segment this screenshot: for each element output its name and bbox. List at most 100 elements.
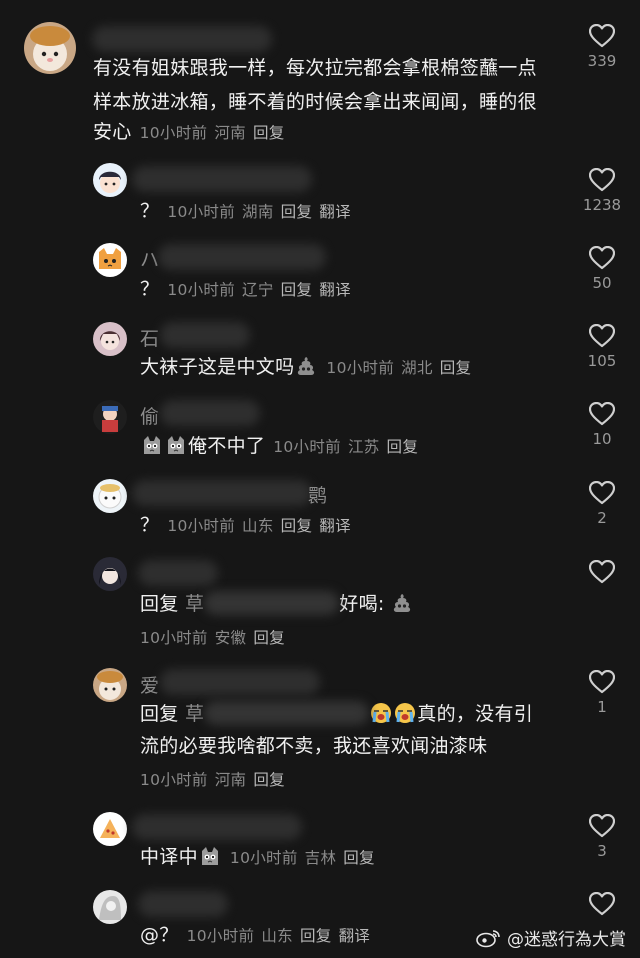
region: 山东 [261,927,293,945]
avatar[interactable] [93,163,127,197]
region: 湖北 [401,359,433,377]
reply-text: 回复 草好喝: [140,588,414,620]
avatar[interactable] [93,812,127,846]
username-redacted[interactable] [158,244,326,270]
timestamp: 10小时前 [140,771,208,789]
like-button[interactable]: 339 [572,24,632,70]
reply-button[interactable]: 回复 [253,771,285,789]
reply-button[interactable]: 回复 [281,203,313,221]
heart-outline-icon [589,481,615,505]
heart-outline-icon [589,892,615,916]
reply-button[interactable]: 回复 [253,124,285,142]
username-redacted[interactable] [138,891,228,917]
reply-text: ？ 10小时前 山东 回复 翻译 [140,514,351,536]
reply-text-line-1: 回复 草真的，没有引 [140,701,534,725]
like-count: 2 [597,509,607,527]
username-partial[interactable]: 偷 [140,402,159,429]
heart-outline-icon [589,402,615,426]
region: 河南 [214,124,246,142]
username-partial[interactable]: 鹮 [308,481,327,508]
username-redacted[interactable] [132,166,312,192]
heart-outline-icon [589,24,615,48]
timestamp: 10小时前 [139,124,208,142]
reply-button[interactable]: 回复 [281,517,313,535]
reply-button[interactable]: 回复 [253,629,285,647]
reply-button[interactable]: 回复 [387,438,419,456]
heart-outline-icon [589,560,615,584]
reply-text: ？ 10小时前 辽宁 回复 翻译 [140,278,351,300]
translate-button[interactable]: 翻译 [339,927,371,945]
reply-text: 俺不中了 10小时前 江苏 回复 [140,430,425,463]
like-button[interactable]: 1238 [572,168,632,214]
cat-emoji-icon [165,434,187,456]
timestamp: 10小时前 [140,629,208,647]
timestamp: 10小时前 [186,927,255,945]
like-button[interactable]: 2 [572,481,632,527]
like-button[interactable]: 3 [572,814,632,860]
username-partial[interactable]: ハ [140,245,159,272]
heart-outline-icon [589,670,615,694]
username-redacted[interactable] [160,669,320,695]
heart-outline-icon [589,324,615,348]
poop-emoji-icon [295,355,317,377]
comment-text-line-1: 有没有姐妹跟我一样，每次拉完都会拿根棉签蘸一点 [93,57,537,79]
translate-button[interactable]: 翻译 [319,281,351,299]
like-button[interactable]: 10 [572,402,632,448]
like-count: 105 [587,352,617,370]
mention-redacted[interactable] [204,591,340,615]
username-redacted[interactable] [160,322,250,348]
timestamp: 10小时前 [167,281,236,299]
avatar[interactable] [93,322,127,356]
avatar[interactable] [93,668,127,702]
username-redacted[interactable] [138,560,218,586]
reply-text: 大袜子这是中文吗 10小时前 湖北 回复 [140,355,472,378]
username-redacted[interactable] [132,814,302,840]
like-count: 1238 [582,196,622,214]
mention-redacted[interactable] [204,701,370,725]
region: 山东 [242,517,274,535]
cat-emoji-icon [199,845,221,867]
comment-meta: 10小时前 河南 回复 [140,124,292,142]
like-button[interactable]: 50 [572,246,632,292]
username-redacted[interactable] [92,26,272,52]
heart-outline-icon [589,246,615,270]
region: 湖南 [242,203,274,221]
heart-outline-icon [589,168,615,192]
translate-button[interactable]: 翻译 [319,517,351,535]
crying-emoji-icon [394,702,416,724]
like-button[interactable]: 1 [572,670,632,716]
comment-meta: 10小时前 安徽 回复 [140,626,292,648]
region: 江苏 [347,438,380,456]
reply-text: 中译中 10小时前 吉林 回复 [140,845,375,868]
avatar[interactable] [93,400,127,434]
avatar[interactable] [24,22,76,74]
poop-emoji-icon [391,592,413,614]
username-partial[interactable]: 爱 [140,671,159,698]
like-button[interactable]: 105 [572,324,632,370]
reply-button[interactable]: 回复 [281,281,313,299]
avatar[interactable] [93,479,127,513]
like-count: 3 [597,842,607,860]
reply-button[interactable]: 回复 [343,849,375,867]
watermark: @迷惑行為大賞 [475,925,626,950]
avatar[interactable] [93,243,127,277]
like-count: 1 [597,698,607,716]
region: 河南 [214,771,247,789]
reply-button[interactable]: 回复 [440,359,472,377]
weibo-logo-icon [476,929,500,947]
crying-emoji-icon [370,702,392,724]
timestamp: 10小时前 [167,517,236,535]
avatar[interactable] [93,557,127,591]
avatar[interactable] [93,890,127,924]
like-button[interactable] [572,560,632,584]
username-redacted[interactable] [160,400,260,426]
like-count: 10 [592,430,612,448]
like-button[interactable] [572,892,632,916]
username-partial[interactable]: 石 [140,324,159,351]
like-count: 339 [587,52,617,70]
reply-button[interactable]: 回复 [300,927,332,945]
watermark-text: @迷惑行為大賞 [507,930,626,950]
comment-text-line-2: 样本放进冰箱，睡不着的时候会拿出来闻闻，睡的很 [93,91,537,113]
username-redacted[interactable] [132,480,312,506]
translate-button[interactable]: 翻译 [319,203,351,221]
